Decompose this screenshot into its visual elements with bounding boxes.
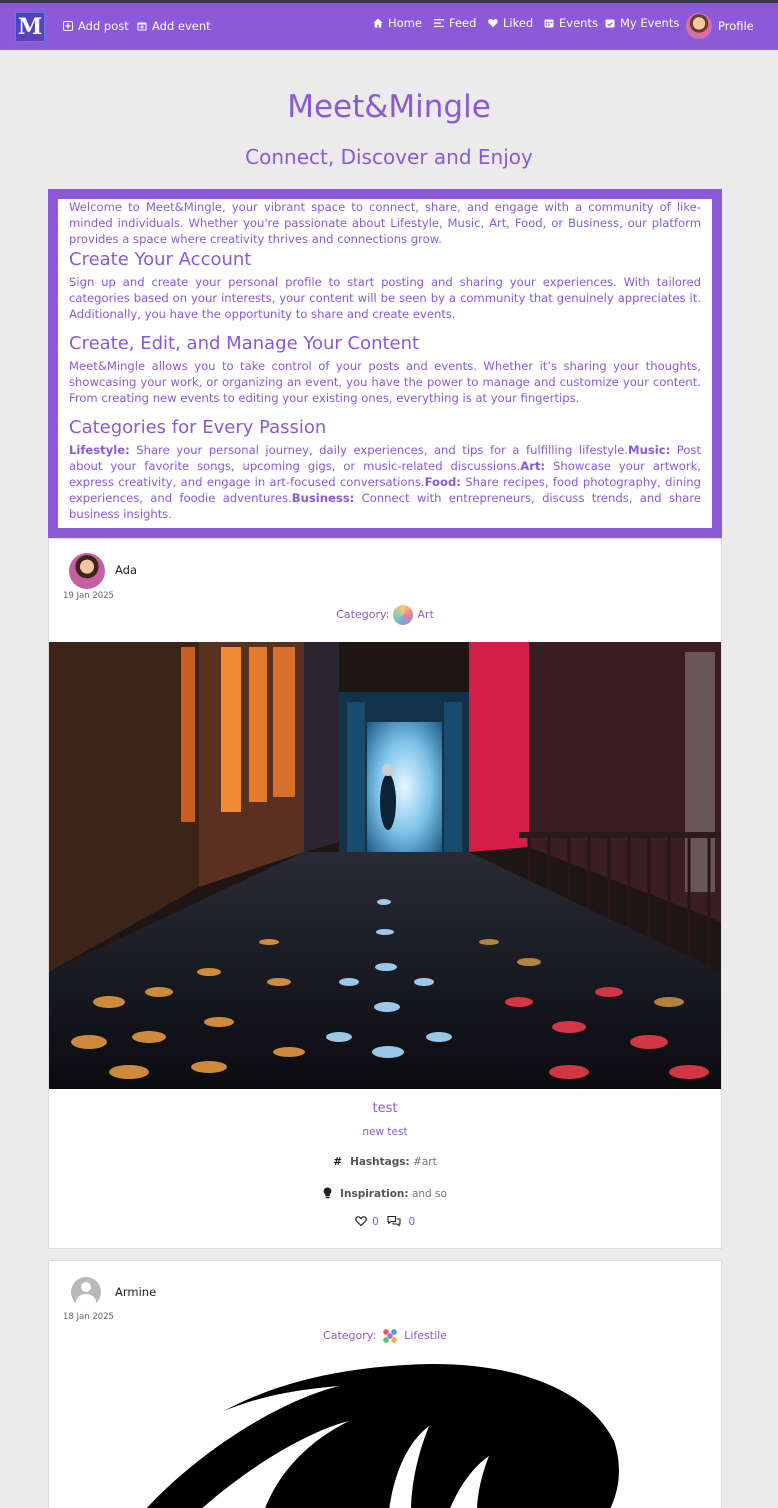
category-label: Category:	[336, 608, 390, 621]
post-inspiration: Inspiration: and so	[49, 1187, 721, 1200]
categories-text: Lifestyle: Share your personal journey, …	[69, 442, 701, 522]
hallway-photo	[49, 642, 721, 1089]
user-avatar[interactable]	[71, 1277, 101, 1307]
category-name-food: Food:	[424, 475, 461, 489]
plus-square-icon	[63, 21, 73, 31]
post-description: new test	[362, 1126, 408, 1138]
page-subtitle: Connect, Discover and Enjoy	[245, 145, 533, 169]
nav-my-events[interactable]: My Events	[605, 16, 679, 30]
category-value[interactable]: Lifestile	[404, 1329, 447, 1342]
intro-panel: Welcome to Meet&Mingle, your vibrant spa…	[48, 189, 722, 538]
intro-content: Welcome to Meet&Mingle, your vibrant spa…	[58, 199, 712, 528]
user-avatar[interactable]	[69, 553, 105, 589]
post-date: 19 Jan 2025	[63, 591, 114, 601]
category-desc: Share your personal journey, daily exper…	[129, 443, 629, 457]
post-image[interactable]	[49, 642, 721, 1089]
welcome-text: Welcome to Meet&Mingle, your vibrant spa…	[69, 200, 701, 246]
post-username[interactable]: Armine	[115, 1285, 156, 1299]
comments-icon[interactable]	[387, 1215, 401, 1227]
section-heading: Create, Edit, and Manage Your Content	[69, 333, 420, 354]
post-image[interactable]	[49, 1361, 721, 1508]
nav-home[interactable]: Home	[373, 16, 422, 30]
post-date: 18 Jan 2025	[63, 1312, 114, 1322]
nav-events[interactable]: Events	[544, 16, 598, 30]
post-category: Category: Art	[49, 605, 721, 625]
post-title[interactable]: test	[49, 1101, 721, 1116]
calendar-plus-icon	[137, 22, 147, 31]
profile-avatar[interactable]	[686, 13, 712, 39]
category-label: Category:	[323, 1329, 377, 1342]
section-text: Meet&Mingle allows you to take control o…	[69, 359, 701, 405]
section-heading: Categories for Every Passion	[69, 417, 327, 438]
post-username[interactable]: Ada	[115, 563, 137, 577]
home-icon	[373, 18, 383, 28]
category-name-art: Art:	[520, 459, 546, 473]
nav-profile[interactable]: Profile	[718, 19, 754, 33]
calendar-icon	[544, 19, 554, 28]
inspiration-value: and so	[411, 1188, 447, 1200]
category-value[interactable]: Art	[417, 608, 433, 621]
category-name-lifestyle: Lifestyle:	[69, 443, 130, 457]
nav-feed[interactable]: Feed	[434, 16, 476, 30]
nav-add-post[interactable]: Add post	[63, 19, 129, 33]
nav-liked[interactable]: Liked	[488, 16, 533, 30]
site-logo[interactable]: M	[15, 12, 45, 42]
post-card: Armine 18 Jan 2025 Category: Lifestile	[48, 1260, 722, 1508]
post-category: Category: Lifestile	[49, 1326, 721, 1346]
inspiration-label: Inspiration:	[340, 1188, 409, 1200]
comment-count: 0	[408, 1216, 416, 1228]
hashtags-value[interactable]: #art	[413, 1156, 437, 1168]
post-hashtags: # Hashtags: #art	[49, 1156, 721, 1168]
like-count: 0	[372, 1216, 379, 1228]
lifestyle-category-icon	[380, 1326, 401, 1346]
category-name-music: Music:	[628, 443, 671, 457]
section-text: Sign up and create your personal profile…	[69, 275, 701, 321]
art-category-icon	[393, 605, 414, 625]
nav-add-event[interactable]: Add event	[137, 19, 211, 33]
page-title: Meet&Mingle	[287, 89, 491, 125]
hashtags-label: Hashtags:	[350, 1156, 410, 1168]
calendar-check-icon	[605, 19, 615, 28]
post-card: Ada 19 Jan 2025 Category: Art test new t…	[48, 538, 722, 1249]
hashtag-icon: #	[333, 1156, 343, 1168]
navbar: M Add post Add event Home Feed Liked Eve…	[0, 3, 778, 50]
section-heading: Create Your Account	[69, 249, 252, 270]
category-name-business: Business:	[291, 491, 355, 505]
heart-icon	[488, 19, 498, 28]
lightbulb-icon	[323, 1187, 332, 1199]
silhouette-illustration	[146, 1363, 619, 1508]
heart-outline-icon[interactable]	[355, 1215, 367, 1227]
post-actions: 0 0	[49, 1215, 721, 1228]
list-icon	[434, 19, 444, 28]
